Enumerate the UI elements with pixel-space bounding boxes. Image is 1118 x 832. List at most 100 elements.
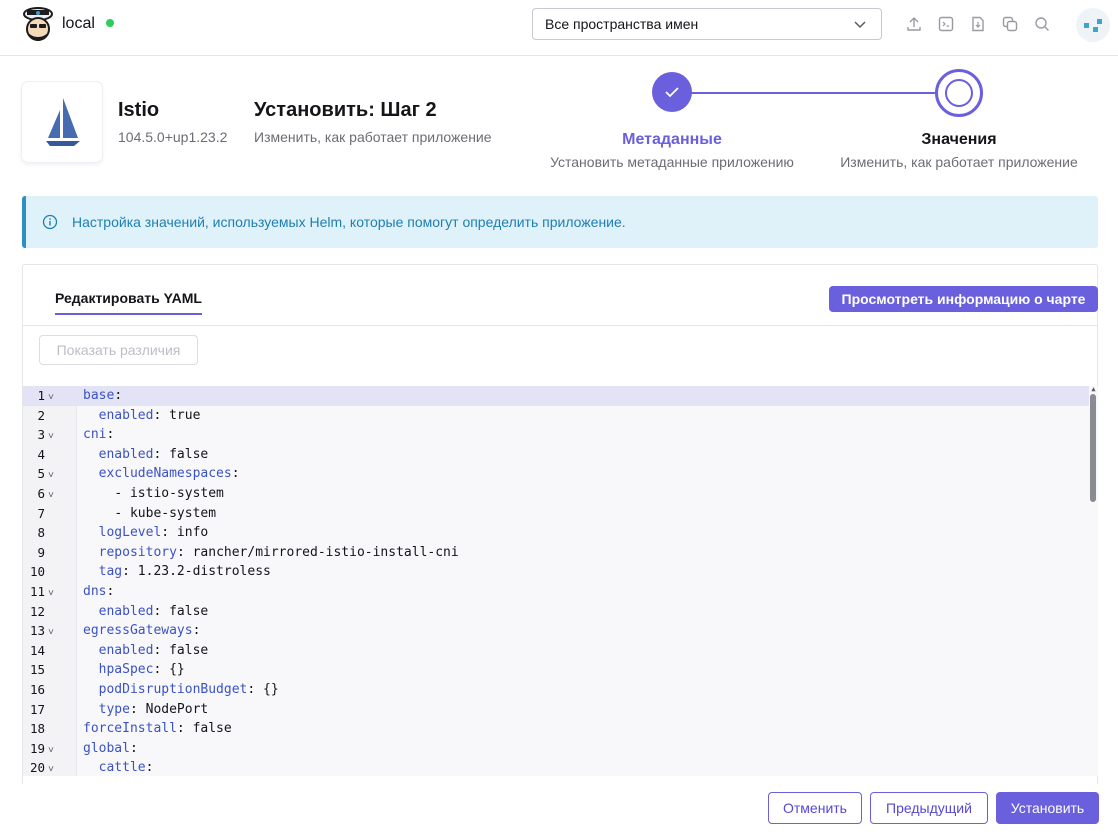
scroll-up-arrow-icon[interactable]: ▲ <box>1089 386 1098 393</box>
code-text: cattle: <box>83 758 154 776</box>
install-button[interactable]: Установить <box>996 792 1099 824</box>
download-icon[interactable] <box>969 15 987 33</box>
top-bar: local Все пространства имен <box>0 0 1118 56</box>
fold-chevron-icon[interactable]: ˅ <box>48 760 54 776</box>
step-values-subtitle: Изменить, как работает приложение <box>840 154 1078 170</box>
editor-line[interactable]: 20 ˅ cattle: <box>23 758 1089 776</box>
cancel-button[interactable]: Отменить <box>768 792 862 824</box>
yaml-key: hpaSpec <box>98 662 154 678</box>
code-text: type: NodePort <box>83 700 209 720</box>
yaml-key: enabled <box>98 446 154 462</box>
stepper-connector <box>690 92 938 94</box>
yaml-key: enabled <box>98 407 154 423</box>
step-metadata-circle[interactable] <box>652 72 692 112</box>
view-chart-info-button[interactable]: Просмотреть информацию о чарте <box>829 286 1098 312</box>
istio-sail-icon <box>46 98 80 146</box>
code-text: enabled: true <box>83 406 201 426</box>
step-values-circle <box>935 69 983 117</box>
editor-line[interactable]: 18 forceInstall: false <box>23 719 1089 739</box>
editor-line[interactable]: 14 enabled: false <box>23 641 1089 661</box>
yaml-value: - kube-system <box>114 505 217 521</box>
yaml-key: enabled <box>98 642 154 658</box>
editor-line[interactable]: 4 enabled: false <box>23 445 1089 465</box>
editor-scrollbar-thumb[interactable] <box>1090 394 1096 502</box>
yaml-value: false <box>161 446 209 462</box>
code-text: forceInstall: false <box>83 721 232 737</box>
code-text: cni: <box>83 427 115 443</box>
editor-line[interactable]: 2 enabled: true <box>23 406 1089 426</box>
info-icon <box>42 214 58 230</box>
editor-line[interactable]: 12 enabled: false <box>23 602 1089 622</box>
line-number: 14 <box>29 642 45 658</box>
step-values-label: Значения <box>921 131 997 148</box>
yaml-key: base <box>83 388 115 403</box>
yaml-value: true <box>161 407 201 423</box>
editor-line[interactable]: 17 type: NodePort <box>23 700 1089 720</box>
code-text: enabled: false <box>83 641 209 661</box>
step-current-indicator <box>945 79 973 107</box>
cluster-name[interactable]: local <box>62 15 95 33</box>
line-number: 9 <box>37 544 45 560</box>
upload-icon[interactable] <box>905 15 923 33</box>
code-text: - istio-system <box>83 484 224 504</box>
yaml-key: cattle <box>98 760 146 776</box>
rancher-mascot-logo[interactable] <box>18 4 58 48</box>
code-text: enabled: false <box>83 445 209 465</box>
editor-line[interactable]: 1 ˅ base: <box>23 386 1089 406</box>
code-text: global: <box>83 740 138 756</box>
editor-line[interactable]: 15 hpaSpec: {} <box>23 660 1089 680</box>
yaml-value: false <box>161 603 209 619</box>
line-number: 13 <box>29 623 45 639</box>
step-metadata-label[interactable]: Метаданные <box>560 131 784 149</box>
yaml-editor[interactable]: 1 ˅ base: 2 enabled: true 3 ˅ cni: 4 enabled: f… <box>23 386 1098 776</box>
line-number: 4 <box>37 446 45 462</box>
app-version: 104.5.0+up1.23.2 <box>118 129 228 145</box>
line-number: 11 <box>29 584 45 599</box>
code-text: repository: rancher/mirrored-istio-insta… <box>83 543 459 563</box>
code-text: podDisruptionBudget: {} <box>83 680 279 700</box>
editor-line[interactable]: 7 - kube-system <box>23 504 1089 524</box>
namespace-select-value: Все пространства имен <box>545 16 699 32</box>
yaml-value: {} <box>161 662 185 678</box>
editor-line[interactable]: 13 ˅ egressGateways: <box>23 621 1089 641</box>
editor-line[interactable]: 5 ˅ excludeNamespaces: <box>23 464 1089 484</box>
info-banner: Настройка значений, используемых Helm, к… <box>22 196 1098 248</box>
code-text: egressGateways: <box>83 623 201 639</box>
editor-line[interactable]: 3 ˅ cni: <box>23 425 1089 445</box>
user-avatar[interactable] <box>1076 8 1110 42</box>
namespace-select[interactable]: Все пространства имен <box>532 8 882 40</box>
search-icon[interactable] <box>1033 15 1051 33</box>
tab-edit-yaml[interactable]: Редактировать YAML <box>55 290 202 315</box>
editor-line[interactable]: 8 logLevel: info <box>23 523 1089 543</box>
code-text: hpaSpec: {} <box>83 660 185 680</box>
editor-line[interactable]: 9 repository: rancher/mirrored-istio-ins… <box>23 543 1089 563</box>
editor-line[interactable]: 10 tag: 1.23.2-distroless <box>23 562 1089 582</box>
line-number: 16 <box>29 682 45 697</box>
checkmark-icon <box>665 87 679 98</box>
yaml-key: excludeNamespaces <box>98 466 232 482</box>
line-number: 19 <box>29 740 45 756</box>
editor-line[interactable]: 16 podDisruptionBudget: {} <box>23 680 1089 700</box>
line-number: 1 <box>37 388 45 403</box>
code-text: base: <box>83 388 123 403</box>
editor-line[interactable]: 6 ˅ - istio-system <box>23 484 1089 504</box>
avatar-pattern-icon <box>1084 19 1102 32</box>
previous-button[interactable]: Предыдущий <box>870 792 988 824</box>
show-diff-button[interactable]: Показать различия <box>39 335 198 365</box>
yaml-key: podDisruptionBudget <box>98 682 248 697</box>
copy-icon[interactable] <box>1001 15 1019 33</box>
terminal-icon[interactable] <box>937 15 955 33</box>
line-number: 6 <box>37 486 45 501</box>
editor-line[interactable]: 19 ˅ global: <box>23 739 1089 759</box>
yaml-key: egressGateways <box>83 623 193 639</box>
editor-line[interactable]: 11 ˅ dns: <box>23 582 1089 602</box>
step-subtitle: Изменить, как работает приложение <box>254 129 492 145</box>
chevron-down-icon <box>854 21 866 29</box>
line-number: 5 <box>37 466 45 482</box>
